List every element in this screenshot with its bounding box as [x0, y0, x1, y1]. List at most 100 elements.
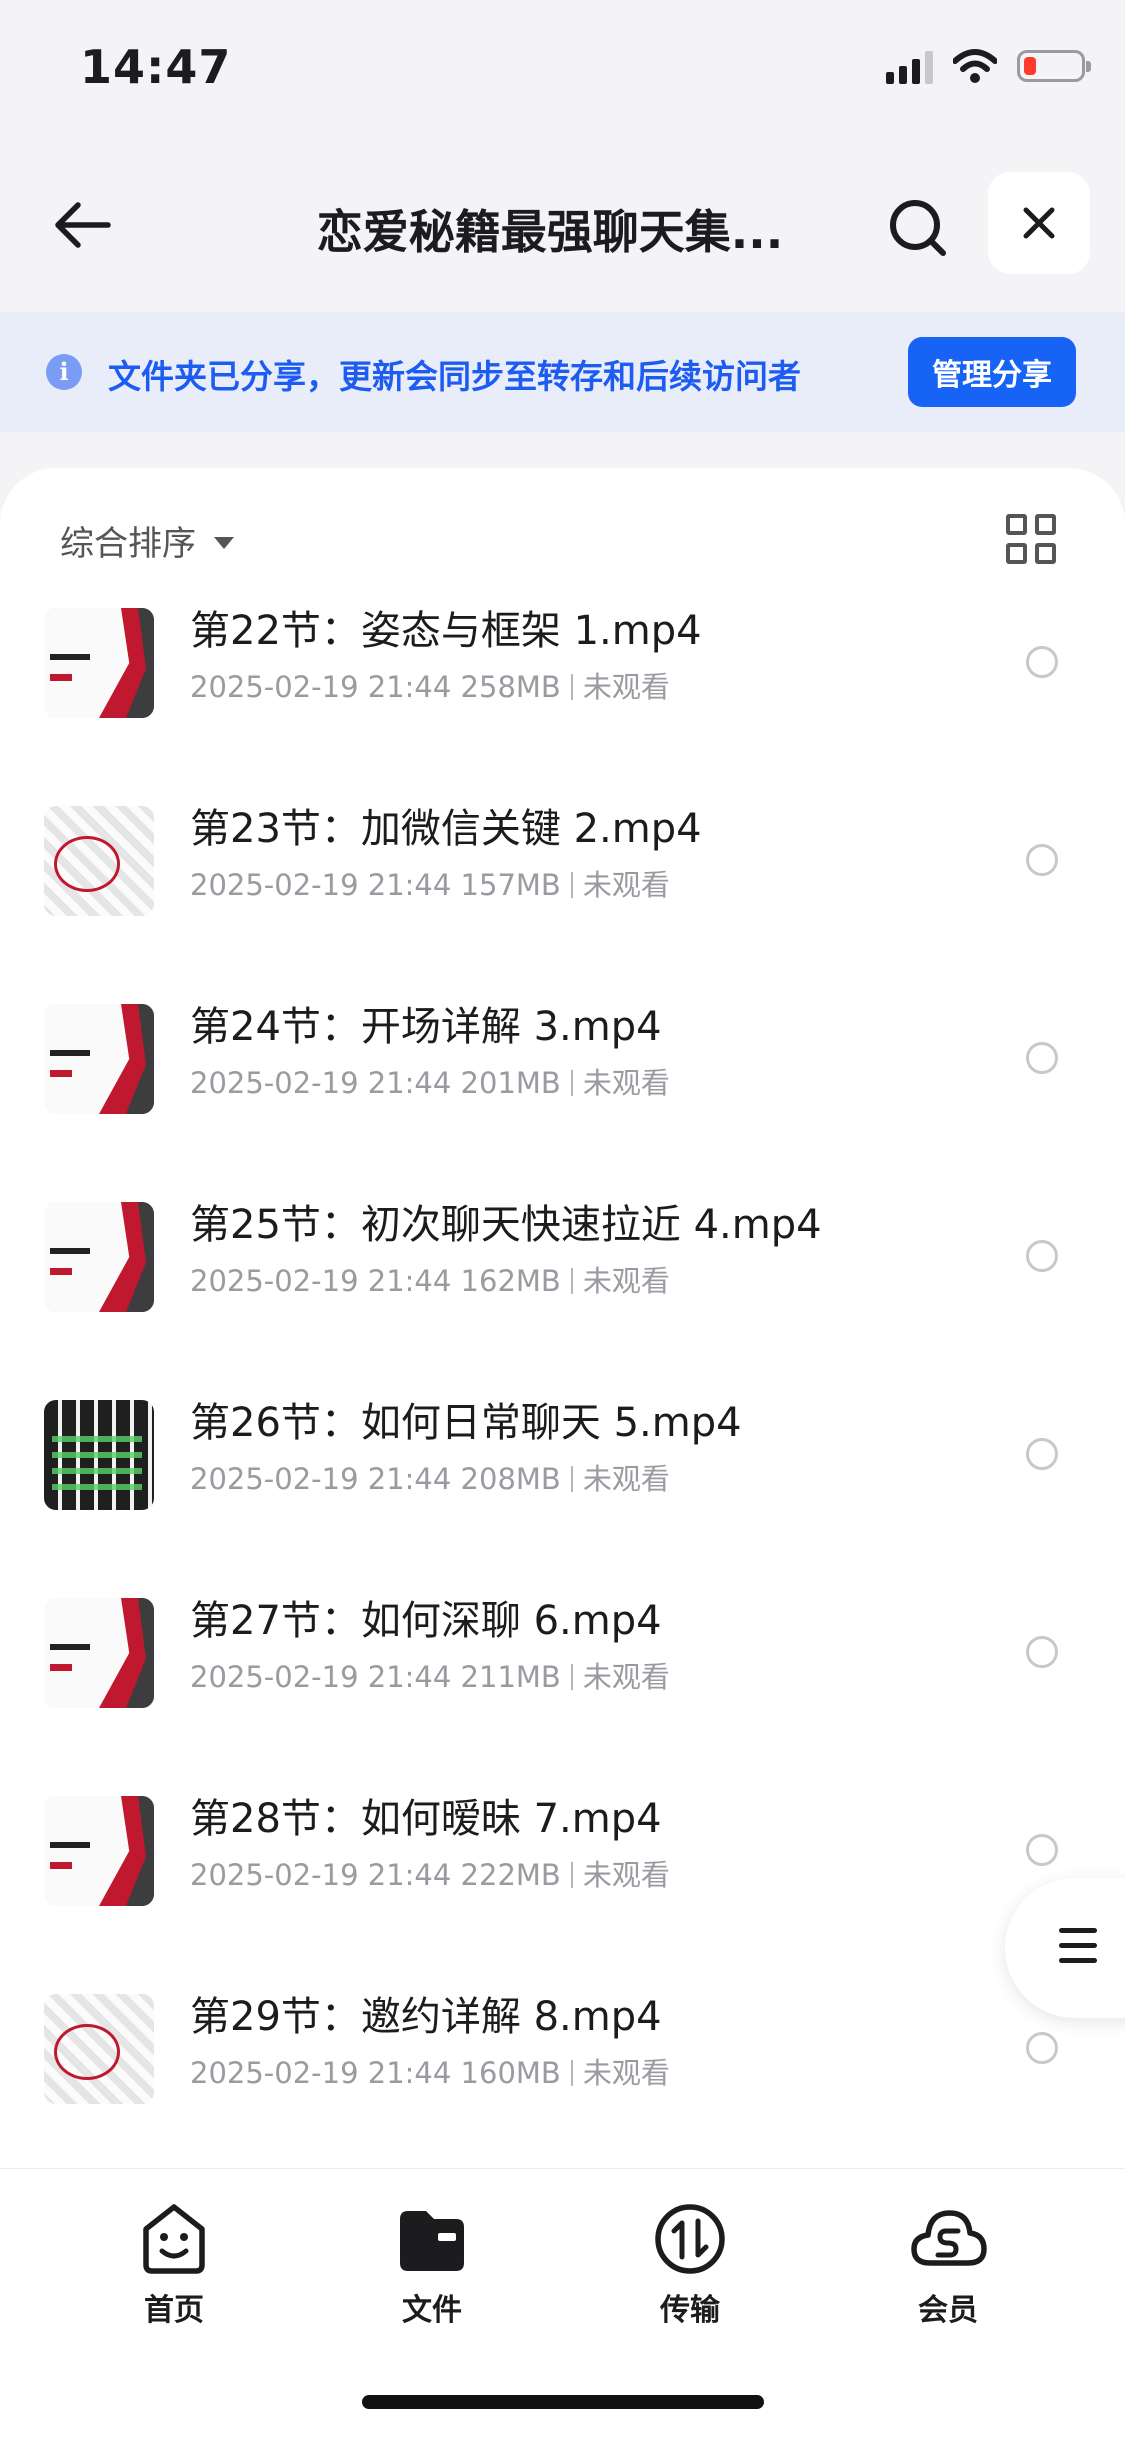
- file-date: 2025-02-19 21:44: [190, 1066, 452, 1100]
- folder-icon: [392, 2199, 472, 2279]
- share-notice-text: 文件夹已分享，更新会同步至转存和后续访问者: [108, 357, 801, 396]
- select-radio[interactable]: [1026, 646, 1058, 678]
- file-date: 2025-02-19 21:44: [190, 1264, 452, 1298]
- video-thumbnail: [44, 608, 154, 718]
- status-time: 14:47: [80, 40, 232, 94]
- file-date: 2025-02-19 21:44: [190, 1660, 452, 1694]
- file-size: 258MB: [460, 670, 561, 704]
- select-radio[interactable]: [1026, 1042, 1058, 1074]
- select-radio[interactable]: [1026, 1438, 1058, 1470]
- sort-dropdown[interactable]: 综合排序: [60, 516, 234, 565]
- file-name: 第29节：邀约详解 8.mp4: [190, 1994, 662, 2040]
- meta-divider: [570, 1070, 573, 1096]
- file-size: 201MB: [460, 1066, 561, 1100]
- video-thumbnail: [44, 1400, 154, 1510]
- file-row[interactable]: 第27节：如何深聊 6.mp4 2025-02-19 21:44 211MB 未观看: [0, 1588, 1125, 1786]
- arrow-left-icon: [55, 202, 111, 248]
- search-icon: [890, 200, 946, 256]
- meta-divider: [570, 1664, 573, 1690]
- watch-status: 未观看: [582, 868, 670, 902]
- meta-divider: [570, 1466, 573, 1492]
- file-size: 160MB: [460, 2056, 561, 2090]
- file-size: 211MB: [460, 1660, 561, 1694]
- meta-divider: [570, 674, 573, 700]
- video-thumbnail: [44, 1202, 154, 1312]
- file-size: 208MB: [460, 1462, 561, 1496]
- file-name: 第22节：姿态与框架 1.mp4: [190, 608, 702, 654]
- file-date: 2025-02-19 21:44: [190, 1858, 452, 1892]
- file-size: 157MB: [460, 868, 561, 902]
- cellular-signal-icon: [886, 48, 933, 84]
- select-radio[interactable]: [1026, 1240, 1058, 1272]
- home-indicator: [362, 2395, 764, 2409]
- file-name: 第27节：如何深聊 6.mp4: [190, 1598, 662, 1644]
- page-title: 恋爱秘籍最强聊天集...: [316, 205, 784, 259]
- watch-status: 未观看: [582, 1660, 670, 1694]
- file-meta: 2025-02-19 21:44 157MB 未观看: [190, 862, 670, 904]
- tab-transfer[interactable]: 传输: [600, 2199, 780, 2329]
- file-name: 第24节：开场详解 3.mp4: [190, 1004, 662, 1050]
- share-notice-banner: i 文件夹已分享，更新会同步至转存和后续访问者 管理分享: [0, 312, 1125, 432]
- wifi-icon: [953, 49, 997, 83]
- cloud-vip-icon: [908, 2199, 988, 2279]
- file-row[interactable]: 第23节：加微信关键 2.mp4 2025-02-19 21:44 157MB 未观…: [0, 796, 1125, 994]
- file-meta: 2025-02-19 21:44 201MB 未观看: [190, 1060, 670, 1102]
- tab-label: 会员: [918, 2293, 978, 2328]
- file-row[interactable]: 第28节：如何暧昧 7.mp4 2025-02-19 21:44 222MB 未观看: [0, 1786, 1125, 1984]
- file-row[interactable]: 第22节：姿态与框架 1.mp4 2025-02-19 21:44 258MB 未观…: [0, 598, 1125, 796]
- search-button[interactable]: [878, 188, 958, 268]
- file-name: 第28节：如何暧昧 7.mp4: [190, 1796, 662, 1842]
- file-name: 第26节：如何日常聊天 5.mp4: [190, 1400, 742, 1446]
- watch-status: 未观看: [582, 1264, 670, 1298]
- meta-divider: [570, 1862, 573, 1888]
- back-button[interactable]: [42, 190, 122, 260]
- sort-label: 综合排序: [60, 524, 196, 564]
- select-radio[interactable]: [1026, 2032, 1058, 2064]
- video-thumbnail: [44, 806, 154, 916]
- tab-label: 首页: [144, 2293, 204, 2328]
- file-meta: 2025-02-19 21:44 162MB 未观看: [190, 1258, 670, 1300]
- info-icon: i: [46, 354, 82, 390]
- watch-status: 未观看: [582, 670, 670, 704]
- select-radio[interactable]: [1026, 844, 1058, 876]
- close-button[interactable]: [988, 172, 1090, 274]
- watch-status: 未观看: [582, 1858, 670, 1892]
- file-list: 第22节：姿态与框架 1.mp4 2025-02-19 21:44 258MB 未观…: [0, 598, 1125, 2182]
- file-name: 第25节：初次聊天快速拉近 4.mp4: [190, 1202, 822, 1248]
- grid-view-toggle[interactable]: [1006, 514, 1056, 564]
- tab-label: 传输: [660, 2293, 720, 2328]
- file-row[interactable]: 第26节：如何日常聊天 5.mp4 2025-02-19 21:44 208MB 未…: [0, 1390, 1125, 1588]
- meta-divider: [570, 872, 573, 898]
- file-meta: 2025-02-19 21:44 222MB 未观看: [190, 1852, 670, 1894]
- select-radio[interactable]: [1026, 1636, 1058, 1668]
- file-date: 2025-02-19 21:44: [190, 1462, 452, 1496]
- file-row[interactable]: 第24节：开场详解 3.mp4 2025-02-19 21:44 201MB 未观看: [0, 994, 1125, 1192]
- battery-icon: [1017, 50, 1091, 82]
- tab-vip[interactable]: 会员: [858, 2199, 1038, 2329]
- tab-label: 文件: [402, 2293, 462, 2328]
- home-smile-icon: [134, 2199, 214, 2279]
- manage-share-button[interactable]: 管理分享: [908, 337, 1076, 407]
- file-row[interactable]: 第29节：邀约详解 8.mp4 2025-02-19 21:44 160MB 未观看: [0, 1984, 1125, 2182]
- file-meta: 2025-02-19 21:44 160MB 未观看: [190, 2050, 670, 2092]
- select-radio[interactable]: [1026, 1834, 1058, 1866]
- close-icon: [1023, 207, 1055, 239]
- file-meta: 2025-02-19 21:44 208MB 未观看: [190, 1456, 670, 1498]
- menu-icon: [1059, 1928, 1097, 1973]
- file-name: 第23节：加微信关键 2.mp4: [190, 806, 702, 852]
- file-row[interactable]: 第25节：初次聊天快速拉近 4.mp4 2025-02-19 21:44 162M…: [0, 1192, 1125, 1390]
- video-thumbnail: [44, 1994, 154, 2104]
- meta-divider: [570, 1268, 573, 1294]
- file-date: 2025-02-19 21:44: [190, 868, 452, 902]
- file-size: 162MB: [460, 1264, 561, 1298]
- watch-status: 未观看: [582, 1462, 670, 1496]
- meta-divider: [570, 2060, 573, 2086]
- video-thumbnail: [44, 1598, 154, 1708]
- tab-files[interactable]: 文件: [342, 2199, 522, 2329]
- status-icons: [886, 48, 1091, 84]
- video-thumbnail: [44, 1004, 154, 1114]
- tab-home[interactable]: 首页: [84, 2199, 264, 2329]
- status-bar: 14:47: [0, 0, 1125, 140]
- grid-view-icon: [1006, 514, 1027, 535]
- transfer-icon: [650, 2199, 730, 2279]
